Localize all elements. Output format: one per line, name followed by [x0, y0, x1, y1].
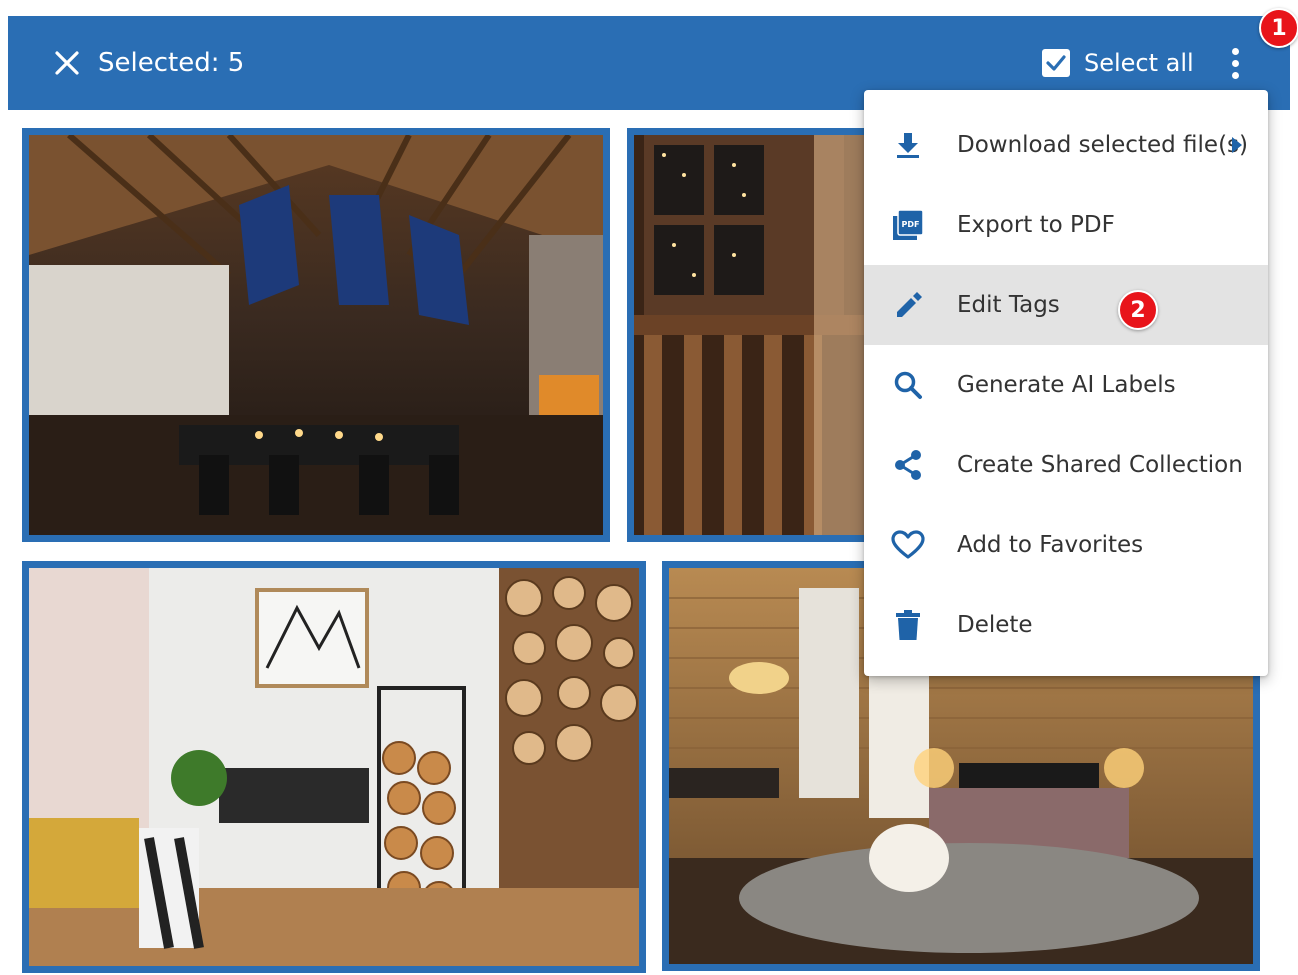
menu-item-export-pdf[interactable]: PDF Export to PDF — [864, 185, 1268, 265]
more-options-button[interactable] — [1220, 40, 1250, 86]
close-icon — [55, 51, 79, 75]
menu-item-generate-ai-labels[interactable]: Generate AI Labels — [864, 345, 1268, 425]
menu-item-download[interactable]: Download selected file(s) — [864, 105, 1268, 185]
pencil-icon — [890, 287, 926, 323]
menu-item-label: Delete — [957, 612, 1033, 638]
photo-tile-chalet-living-room[interactable] — [22, 128, 610, 542]
photo-tile-rustic-balcony[interactable] — [627, 128, 877, 542]
chevron-right-icon — [1232, 137, 1242, 153]
menu-item-label: Download selected file(s) — [957, 132, 1248, 158]
trash-icon — [890, 607, 926, 643]
select-all-label: Select all — [1084, 49, 1194, 77]
step-badge-2: 2 — [1118, 290, 1158, 330]
menu-item-delete[interactable]: Delete — [864, 585, 1268, 665]
photo-rustic-balcony — [634, 135, 870, 535]
menu-item-label: Add to Favorites — [957, 532, 1144, 558]
step-badge-1: 1 — [1259, 8, 1298, 48]
pdf-icon: PDF — [890, 207, 926, 243]
share-icon — [890, 447, 926, 483]
select-all-checkbox[interactable] — [1042, 49, 1070, 77]
close-selection-button[interactable] — [48, 44, 86, 82]
menu-item-label: Export to PDF — [957, 212, 1115, 238]
photo-chalet-living-room — [29, 135, 603, 535]
check-icon — [1046, 55, 1066, 71]
selected-count-label: Selected: 5 — [98, 48, 245, 78]
search-icon — [890, 367, 926, 403]
heart-icon — [890, 527, 926, 563]
menu-item-edit-tags[interactable]: Edit Tags — [864, 265, 1268, 345]
select-all-toggle[interactable]: Select all — [1042, 44, 1194, 82]
menu-item-label: Generate AI Labels — [957, 372, 1176, 398]
more-vert-icon — [1231, 47, 1239, 55]
svg-text:PDF: PDF — [902, 220, 920, 229]
menu-item-add-to-favorites[interactable]: Add to Favorites — [864, 505, 1268, 585]
download-icon — [890, 127, 926, 163]
photo-scandinavian-living-room — [29, 568, 639, 966]
menu-item-create-shared-collection[interactable]: Create Shared Collection — [864, 425, 1268, 505]
menu-item-label: Create Shared Collection — [957, 452, 1243, 478]
photo-tile-scandinavian-living-room[interactable] — [22, 561, 646, 973]
more-options-menu: Download selected file(s) PDF Export to … — [864, 90, 1268, 676]
menu-item-label: Edit Tags — [957, 292, 1060, 318]
